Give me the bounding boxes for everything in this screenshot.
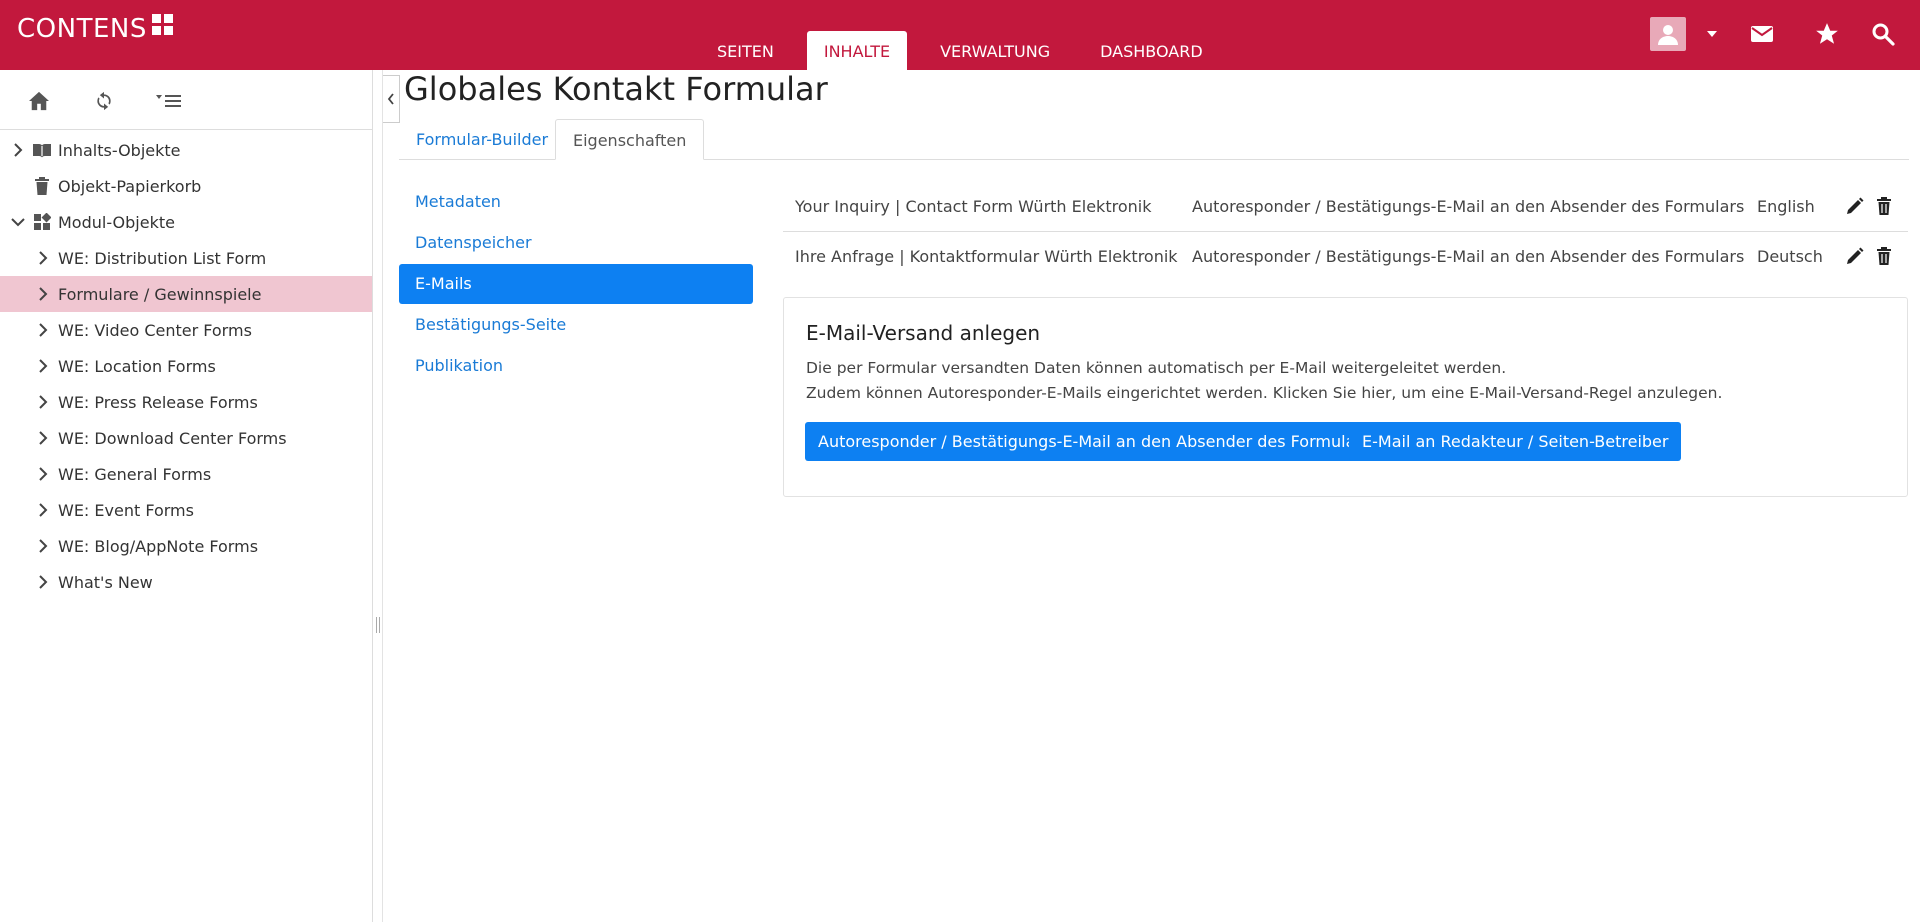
chevron-right-icon[interactable] — [36, 323, 50, 337]
tree-item-modul-objekte[interactable]: Modul-Objekte — [0, 204, 372, 240]
email-type: Autoresponder / Bestätigungs-E-Mail an d… — [1192, 247, 1745, 266]
tree-item-label: What's New — [58, 572, 153, 592]
tree-item-inhalts-objekte[interactable]: Inhalts-Objekte — [0, 132, 372, 168]
chevron-right-icon[interactable] — [36, 467, 50, 481]
nav-verwaltung[interactable]: VERWALTUNG — [923, 31, 1067, 70]
card-title: E-Mail-Versand anlegen — [806, 321, 1041, 345]
subnav-datenspeicher[interactable]: Datenspeicher — [399, 223, 753, 263]
email-language: English — [1757, 197, 1815, 216]
tree-item-download-center-forms[interactable]: WE: Download Center Forms — [0, 420, 372, 456]
collapse-sidebar-button[interactable] — [383, 75, 400, 123]
sidebar-toolbar — [0, 70, 372, 130]
nav-seiten[interactable]: SEITEN — [700, 31, 791, 70]
chevron-right-icon[interactable] — [36, 539, 50, 553]
add-autoresponder-button[interactable]: Autoresponder / Bestätigungs-E-Mail an d… — [805, 422, 1384, 461]
add-editor-email-button[interactable]: E-Mail an Redakteur / Seiten-Betreiber — [1349, 422, 1682, 461]
book-icon — [32, 141, 52, 159]
tree-item-location-forms[interactable]: WE: Location Forms — [0, 348, 372, 384]
sort-list-icon[interactable] — [155, 88, 183, 114]
tree-item-distribution-list-form[interactable]: WE: Distribution List Form — [0, 240, 372, 276]
tree-item-label: WE: Event Forms — [58, 500, 194, 520]
subnav-publikation[interactable]: Publikation — [399, 346, 753, 386]
tree-item-label: WE: Location Forms — [58, 356, 216, 376]
star-icon[interactable] — [1812, 19, 1842, 49]
refresh-icon[interactable] — [90, 88, 118, 114]
tree-item-label: Inhalts-Objekte — [58, 140, 181, 160]
tab-eigenschaften[interactable]: Eigenschaften — [555, 119, 705, 160]
main-navigation: SEITEN INHALTE VERWALTUNG DASHBOARD — [700, 31, 1236, 70]
logo-grid-icon — [151, 14, 173, 35]
nav-inhalte[interactable]: INHALTE — [806, 31, 908, 70]
chevron-right-icon[interactable] — [36, 503, 50, 517]
page-title: Globales Kontakt Formular — [404, 70, 828, 108]
chevron-right-icon[interactable] — [36, 251, 50, 265]
nav-dashboard[interactable]: DASHBOARD — [1083, 31, 1220, 70]
top-bar: CONTENS SEITEN INHALTE VERWALTUNG DASHBO… — [0, 0, 1920, 70]
mail-icon[interactable] — [1747, 19, 1777, 49]
tree-item-label: WE: Video Center Forms — [58, 320, 252, 340]
email-language: Deutsch — [1757, 247, 1823, 266]
chevron-left-icon — [387, 93, 394, 105]
tree-item-blog-appnote-forms[interactable]: WE: Blog/AppNote Forms — [0, 528, 372, 564]
tree-item-video-center-forms[interactable]: WE: Video Center Forms — [0, 312, 372, 348]
tree-item-label: WE: Press Release Forms — [58, 392, 258, 412]
email-subject: Ihre Anfrage | Kontaktformular Würth Ele… — [795, 247, 1178, 266]
card-description-line1: Die per Formular versandten Daten können… — [806, 359, 1507, 377]
delete-icon[interactable] — [1874, 246, 1894, 266]
sidebar: Inhalts-Objekte Objekt-Papierkorb Modul-… — [0, 70, 373, 922]
tree-item-event-forms[interactable]: WE: Event Forms — [0, 492, 372, 528]
chevron-right-icon[interactable] — [36, 395, 50, 409]
tree-item-label: WE: General Forms — [58, 464, 212, 484]
chevron-right-icon[interactable] — [36, 359, 50, 373]
caret-down-icon[interactable] — [1706, 26, 1718, 42]
subnav-metadaten[interactable]: Metadaten — [399, 182, 753, 222]
card-description-line2: Zudem können Autoresponder-E-Mails einge… — [806, 384, 1723, 402]
tree-item-label: WE: Blog/AppNote Forms — [58, 536, 259, 556]
tree-item-label: WE: Distribution List Form — [58, 248, 267, 268]
trash-icon — [32, 177, 52, 195]
chevron-right-icon[interactable] — [11, 143, 25, 157]
tree-item-objekt-papierkorb[interactable]: Objekt-Papierkorb — [0, 168, 372, 204]
chevron-right-icon[interactable] — [36, 287, 50, 301]
table-row: Ihre Anfrage | Kontaktformular Würth Ele… — [783, 232, 1908, 282]
sidebar-splitter[interactable] — [373, 70, 383, 922]
tree-item-label: Formulare / Gewinnspiele — [58, 284, 262, 304]
tree-item-label: Objekt-Papierkorb — [58, 176, 202, 196]
tree-item-whats-new[interactable]: What's New — [0, 564, 372, 600]
chevron-down-icon[interactable] — [11, 215, 25, 229]
home-icon[interactable] — [25, 88, 53, 114]
chevron-right-icon[interactable] — [36, 575, 50, 589]
modules-icon — [32, 213, 52, 231]
splitter-grip-icon[interactable] — [376, 617, 380, 633]
subnav-bestaetigungs-seite[interactable]: Bestätigungs-Seite — [399, 305, 753, 345]
tab-bar: Formular-Builder Eigenschaften — [399, 119, 1909, 160]
tab-formular-builder[interactable]: Formular-Builder — [399, 119, 565, 160]
edit-icon[interactable] — [1845, 246, 1865, 266]
search-icon[interactable] — [1868, 19, 1898, 49]
chevron-right-icon[interactable] — [36, 431, 50, 445]
table-row: Your Inquiry | Contact Form Würth Elektr… — [783, 182, 1908, 232]
email-subject: Your Inquiry | Contact Form Würth Elektr… — [795, 197, 1152, 216]
user-avatar-icon[interactable] — [1650, 17, 1686, 51]
tree-item-general-forms[interactable]: WE: General Forms — [0, 456, 372, 492]
delete-icon[interactable] — [1874, 196, 1894, 216]
app-logo[interactable]: CONTENS — [17, 14, 173, 44]
logo-text: CONTENS — [17, 14, 147, 44]
tree-item-label: WE: Download Center Forms — [58, 428, 287, 448]
create-email-rule-card: E-Mail-Versand anlegen Die per Formular … — [783, 297, 1908, 497]
edit-icon[interactable] — [1845, 196, 1865, 216]
tree-item-label: Modul-Objekte — [58, 212, 175, 232]
email-type: Autoresponder / Bestätigungs-E-Mail an d… — [1192, 197, 1745, 216]
tree-item-formulare-gewinnspiele[interactable]: Formulare / Gewinnspiele — [0, 276, 372, 312]
subnav-e-mails[interactable]: E-Mails — [399, 264, 753, 304]
tree-item-press-release-forms[interactable]: WE: Press Release Forms — [0, 384, 372, 420]
